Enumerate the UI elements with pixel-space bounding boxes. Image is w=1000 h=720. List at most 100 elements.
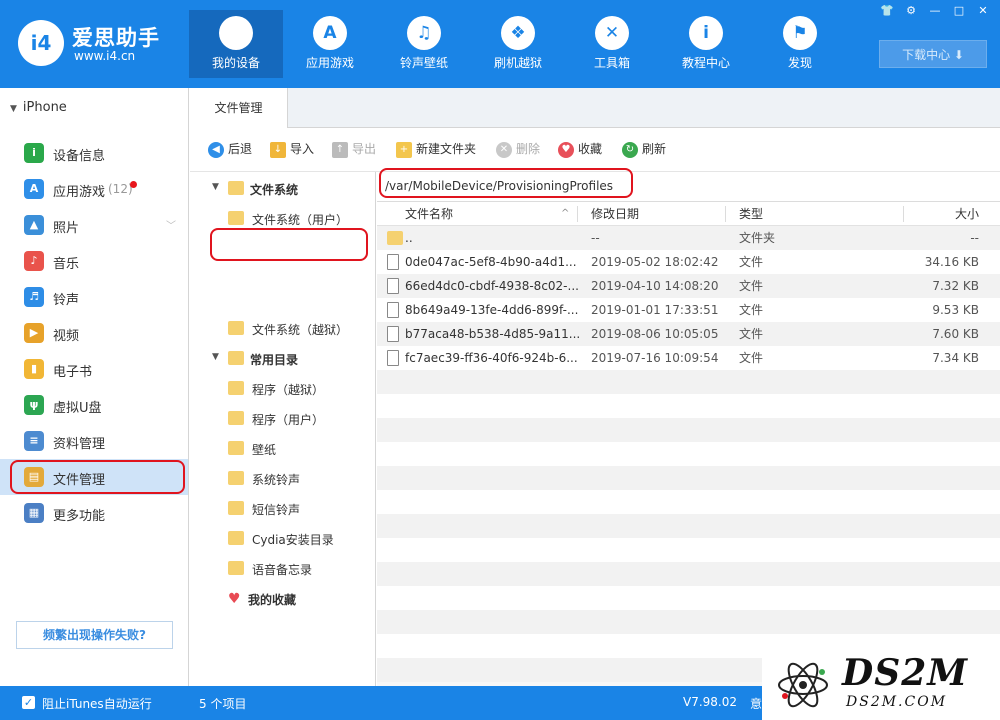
sidebar-item-label: 应用游戏	[53, 185, 106, 200]
sidebar-item-10[interactable]: ▦ 更多功能	[0, 495, 188, 531]
column-date[interactable]: 修改日期	[591, 202, 639, 226]
sidebar-item-9[interactable]: ▤ 文件管理	[0, 459, 188, 495]
empty-row	[377, 370, 1000, 394]
heart-icon: ♥	[558, 141, 574, 158]
settings-icon[interactable]: ⚙	[900, 2, 922, 20]
sidebar-item-8[interactable]: ≡ 资料管理	[0, 423, 188, 459]
column-divider[interactable]	[577, 206, 578, 222]
sidebar-item-label: 更多功能	[53, 509, 106, 524]
tab-file-manager[interactable]: 文件管理	[190, 88, 288, 129]
file-table-header: 文件名称 ^ 修改日期 类型 大小	[377, 202, 1000, 226]
export-button[interactable]: ↑ 导出	[332, 140, 376, 160]
import-label: 导入	[290, 142, 315, 156]
device-selector[interactable]: ▼ iPhone	[10, 100, 67, 115]
tree-common-item[interactable]: 程序（越狱）	[228, 378, 373, 400]
tree-label: 文件系统（越狱）	[252, 323, 349, 337]
favorite-button[interactable]: ♥ 收藏	[558, 140, 602, 160]
file-row[interactable]: fc7aec39-ff36-40f6-924b-6... 2019-07-16 1…	[377, 346, 1000, 370]
frequent-failure-help-button[interactable]: 频繁出现操作失败?	[16, 621, 173, 649]
block-itunes-checkbox[interactable]: ✓	[22, 696, 35, 709]
file-row[interactable]: 8b649a49-13fe-4dd6-899f-... 2019-01-01 17…	[377, 298, 1000, 322]
feedback-label[interactable]: 意	[750, 695, 762, 712]
sidebar-item-7[interactable]: ψ 虚拟U盘	[0, 387, 188, 423]
main-nav: 我的设备 A 应用游戏 ♫ 铃声壁纸 ❖ 刷机越狱 ✕ 工具箱 i 教程中心 ⚑ 发现	[189, 10, 847, 78]
version-label: V7.98.02	[683, 695, 738, 709]
path-bar[interactable]: /var/MobileDevice/ProvisioningProfiles	[377, 172, 1000, 202]
file-row[interactable]: .. -- 文件夹 --	[377, 226, 1000, 250]
tree-common-item[interactable]: 短信铃声	[228, 498, 373, 520]
favorite-label: 收藏	[578, 142, 603, 156]
new-folder-button[interactable]: + 新建文件夹	[396, 140, 476, 160]
file-icon	[387, 350, 399, 366]
nav-item-1[interactable]: A 应用游戏	[283, 10, 377, 78]
sidebar-item-5[interactable]: ▶ 视频	[0, 315, 188, 351]
minimize-icon[interactable]: —	[924, 2, 946, 20]
maximize-icon[interactable]: □	[948, 2, 970, 20]
sidebar-item-6[interactable]: ▮ 电子书	[0, 351, 188, 387]
file-row[interactable]: 0de047ac-5ef8-4b90-a4d1... 2019-05-02 18:…	[377, 250, 1000, 274]
sidebar-item-3[interactable]: ♪ 音乐	[0, 243, 188, 279]
import-button[interactable]: ↓ 导入	[270, 140, 314, 160]
sidebar-item-2[interactable]: ▲ 照片 ﹀	[0, 207, 188, 243]
ebook-icon: ▮	[24, 359, 44, 379]
column-type[interactable]: 类型	[739, 202, 763, 226]
nav-item-3[interactable]: ❖ 刷机越狱	[471, 10, 565, 78]
tree-common-item[interactable]: Cydia安装目录	[228, 528, 373, 550]
back-arrow-icon: ◀	[208, 141, 224, 158]
column-name[interactable]: 文件名称	[405, 202, 453, 226]
tree-common-item[interactable]: 程序（用户）	[228, 408, 373, 430]
tree-favorites[interactable]: ♥ 我的收藏	[228, 588, 373, 610]
i4-logo-icon: i4	[18, 20, 64, 66]
tree-common-dirs[interactable]: ▼ 常用目录	[212, 348, 372, 370]
column-divider[interactable]	[903, 206, 904, 222]
empty-row	[377, 538, 1000, 562]
tree-common-item[interactable]: 系统铃声	[228, 468, 373, 490]
file-date: --	[591, 231, 600, 245]
folder-icon	[228, 381, 244, 395]
nav-item-4[interactable]: ✕ 工具箱	[565, 10, 659, 78]
title-bar: i4 爱思助手 www.i4.cn 我的设备 A 应用游戏 ♫ 铃声壁纸 ❖ 刷机越狱 ✕ 工具…	[0, 0, 1000, 88]
skin-icon[interactable]: 👕	[876, 2, 898, 20]
download-center-button[interactable]: 下载中心 ⬇	[879, 40, 987, 68]
tree-fs-user[interactable]: 文件系统（用户）	[228, 208, 373, 230]
tree-common-item[interactable]: 语音备忘录	[228, 558, 373, 580]
more-functions-icon: ▦	[24, 503, 44, 523]
file-name: ..	[405, 231, 413, 245]
watermark-title: DS2M	[842, 652, 969, 694]
folder-icon	[228, 181, 244, 195]
sidebar-item-label: 音乐	[53, 257, 80, 272]
file-type: 文件	[739, 351, 764, 365]
column-size[interactable]: 大小	[955, 202, 979, 226]
sidebar-item-label: 铃声	[53, 293, 80, 308]
nav-item-5[interactable]: i 教程中心	[659, 10, 753, 78]
sidebar-item-4[interactable]: ♬ 铃声	[0, 279, 188, 315]
sidebar-item-0[interactable]: i 设备信息	[0, 135, 188, 171]
nav-label: 刷机越狱	[493, 56, 542, 70]
nav-label: 铃声壁纸	[399, 56, 448, 70]
close-icon[interactable]: ✕	[972, 2, 994, 20]
nav-item-2[interactable]: ♫ 铃声壁纸	[377, 10, 471, 78]
chevron-down-icon[interactable]: ﹀	[166, 217, 176, 232]
delete-label: 删除	[516, 142, 541, 156]
tree-filesystem[interactable]: ▼ 文件系统	[212, 178, 372, 200]
back-button[interactable]: ◀ 后退	[208, 140, 252, 160]
sidebar-item-label: 资料管理	[53, 437, 106, 452]
sidebar-item-1[interactable]: A 应用游戏 (12)	[0, 171, 188, 207]
watermark-url: DS2M.COM	[846, 694, 948, 710]
tree-common-item[interactable]: 壁纸	[228, 438, 373, 460]
refresh-button[interactable]: ↻ 刷新	[622, 140, 666, 160]
file-row[interactable]: 66ed4dc0-cbdf-4938-8c02-... 2019-04-10 14…	[377, 274, 1000, 298]
info-icon: i	[689, 16, 723, 50]
nav-item-0[interactable]: 我的设备	[189, 10, 283, 78]
file-name: 66ed4dc0-cbdf-4938-8c02-...	[405, 279, 579, 293]
nav-item-6[interactable]: ⚑ 发现	[753, 10, 847, 78]
tree-fs-jailbreak[interactable]: 文件系统（越狱）	[228, 318, 373, 340]
column-divider[interactable]	[725, 206, 726, 222]
sort-up-icon: ^	[561, 208, 570, 219]
file-row[interactable]: b77aca48-b538-4d85-9a11... 2019-08-06 10:…	[377, 322, 1000, 346]
delete-button[interactable]: ✕ 删除	[496, 140, 540, 160]
content-area: 文件管理 ◀ 后退 ↓ 导入 ↑ 导出 + 新建文件夹 ✕ 删除 ♥ 收藏 ↻ 刷新 ▼ 文件…	[190, 88, 1000, 686]
device-info-icon: i	[24, 143, 44, 163]
file-size: 7.32 KB	[932, 279, 979, 293]
file-name: 8b649a49-13fe-4dd6-899f-...	[405, 303, 579, 317]
